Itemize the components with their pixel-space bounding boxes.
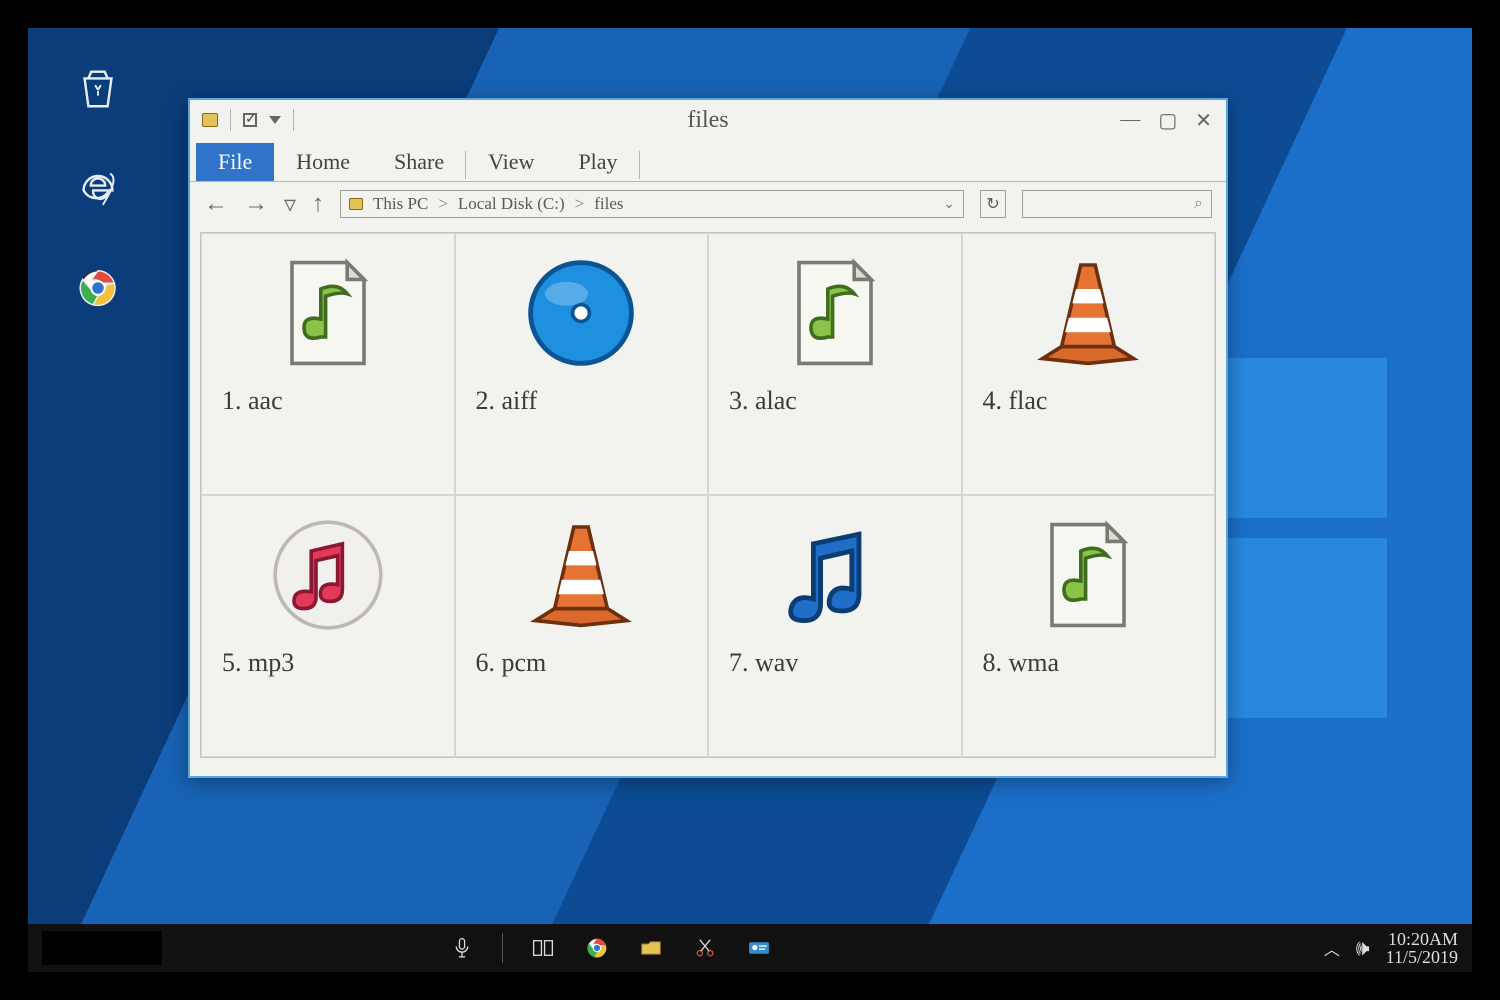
taskbar-contact-icon[interactable] — [745, 934, 773, 962]
minimize-button[interactable]: — — [1120, 108, 1140, 133]
refresh-button[interactable]: ↻ — [980, 190, 1006, 218]
file-label: 1. aac — [208, 386, 283, 416]
nav-row: ← → ▿ ↑ This PC > Local Disk (C:) > files ⌄ ↻… — [190, 182, 1226, 226]
vlc-cone-icon — [1023, 248, 1153, 378]
nav-up-button[interactable]: ↑ — [312, 191, 324, 218]
desktop[interactable]: files — ▢ ✕ FileHomeShareViewPlay ← → ▿ … — [28, 28, 1472, 972]
titlebar[interactable]: files — ▢ ✕ — [190, 100, 1226, 140]
file-item[interactable]: 4. flac — [962, 233, 1216, 495]
file-item[interactable]: 1. aac — [201, 233, 455, 495]
explorer-window: files — ▢ ✕ FileHomeShareViewPlay ← → ▿ … — [188, 98, 1228, 778]
tab-share[interactable]: Share — [372, 143, 466, 181]
file-item[interactable]: 8. wma — [962, 495, 1216, 757]
taskbar-snip-icon[interactable] — [691, 934, 719, 962]
file-item[interactable]: 2. aiff — [455, 233, 709, 495]
clock-time: 10:20AM — [1386, 930, 1458, 948]
file-label: 3. alac — [715, 386, 797, 416]
tray-chevron-icon[interactable]: ︿ — [1324, 936, 1340, 960]
window-title: files — [190, 107, 1226, 134]
address-dropdown-icon[interactable]: ⌄ — [943, 196, 955, 213]
blue-note-icon — [770, 510, 900, 640]
close-button[interactable]: ✕ — [1195, 108, 1212, 133]
qat-properties-icon[interactable] — [243, 113, 257, 127]
taskbar-task-view-icon[interactable] — [529, 934, 557, 962]
qat-separator — [293, 109, 294, 131]
file-item[interactable]: 6. pcm — [455, 495, 709, 757]
music-page-icon — [263, 248, 393, 378]
file-label: 5. mp3 — [208, 648, 294, 678]
taskbar-mic-icon[interactable] — [448, 934, 476, 962]
file-label: 6. pcm — [462, 648, 547, 678]
address-bar[interactable]: This PC > Local Disk (C:) > files ⌄ — [340, 190, 964, 218]
clock-date: 11/5/2019 — [1386, 948, 1458, 966]
file-item[interactable]: 3. alac — [708, 233, 962, 495]
taskbar-folder-icon[interactable] — [637, 934, 665, 962]
search-input[interactable]: ⌕ — [1022, 190, 1212, 218]
tab-view[interactable]: View — [466, 143, 556, 181]
search-icon: ⌕ — [1194, 195, 1203, 213]
recycle-bin-icon[interactable] — [68, 58, 128, 118]
nav-back-button[interactable]: ← — [204, 191, 228, 218]
breadcrumb[interactable]: files — [594, 194, 623, 214]
taskbar-separator — [502, 933, 503, 963]
music-page-icon — [1023, 510, 1153, 640]
blue-disc-icon — [516, 248, 646, 378]
qat-dropdown-icon[interactable] — [269, 116, 281, 124]
itunes-icon — [263, 510, 393, 640]
file-label: 7. wav — [715, 648, 798, 678]
breadcrumb[interactable]: This PC — [373, 194, 428, 214]
breadcrumb[interactable]: Local Disk (C:) — [458, 194, 565, 214]
crumb-separator: > — [438, 194, 448, 214]
start-area[interactable] — [42, 931, 162, 965]
ribbon-tabs: FileHomeShareViewPlay — [190, 140, 1226, 182]
taskbar-chrome-icon[interactable] — [583, 934, 611, 962]
taskbar[interactable]: ︿ 🕪 10:20AM 11/5/2019 — [28, 924, 1472, 972]
file-grid: 1. aac 2. aiff 3. alac 4. flac 5. mp3 6. pcm 7… — [200, 232, 1216, 758]
clock[interactable]: 10:20AM 11/5/2019 — [1386, 930, 1458, 966]
tab-play[interactable]: Play — [556, 143, 639, 181]
vlc-cone-icon — [516, 510, 646, 640]
tab-file[interactable]: File — [196, 143, 274, 181]
nav-recent-dropdown[interactable]: ▿ — [284, 190, 296, 219]
tab-home[interactable]: Home — [274, 143, 372, 181]
nav-forward-button[interactable]: → — [244, 191, 268, 218]
file-label: 2. aiff — [462, 386, 538, 416]
file-label: 4. flac — [969, 386, 1048, 416]
file-item[interactable]: 5. mp3 — [201, 495, 455, 757]
music-page-icon — [770, 248, 900, 378]
maximize-button[interactable]: ▢ — [1158, 108, 1177, 133]
crumb-separator: > — [575, 194, 585, 214]
qat-folder-icon[interactable] — [202, 113, 218, 127]
folder-icon — [349, 198, 363, 210]
file-item[interactable]: 7. wav — [708, 495, 962, 757]
volume-icon[interactable]: 🕪 — [1356, 935, 1370, 961]
internet-explorer-icon[interactable] — [68, 158, 128, 218]
file-label: 8. wma — [969, 648, 1060, 678]
chrome-icon[interactable] — [68, 258, 128, 318]
qat-separator — [230, 109, 231, 131]
